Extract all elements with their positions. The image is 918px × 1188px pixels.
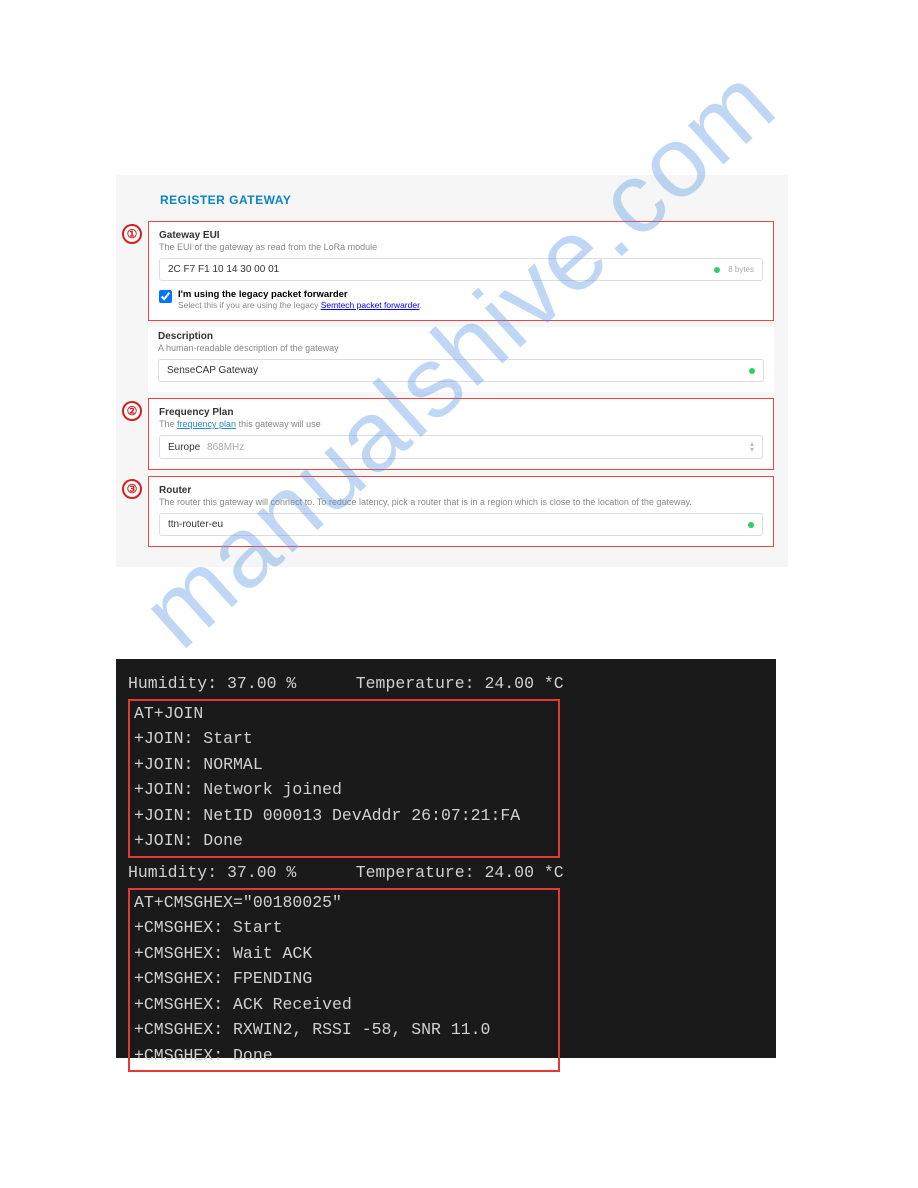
term-line: +CMSGHEX: ACK Received (134, 992, 554, 1018)
desc-input[interactable]: SenseCAP Gateway (158, 359, 764, 382)
desc-value: SenseCAP Gateway (167, 365, 258, 376)
router-label: Router (159, 485, 763, 496)
freq-label: Frequency Plan (159, 407, 763, 418)
freq-value: Europe (168, 442, 200, 453)
term-line: +JOIN: NORMAL (134, 752, 554, 778)
check-icon (749, 368, 755, 374)
eui-value: 2C F7 F1 10 14 30 00 01 (168, 264, 279, 275)
cmsghex-block: AT+CMSGHEX="00180025" +CMSGHEX: Start +C… (128, 888, 560, 1073)
sensor-line-1: Humidity: 37.00 % Temperature: 24.00 *C (128, 671, 764, 697)
check-icon (714, 267, 720, 273)
marker-3: ③ (122, 479, 142, 499)
legacy-checkbox[interactable] (159, 290, 172, 303)
legacy-sub: Select this if you are using the legacy … (178, 300, 422, 310)
term-line: AT+CMSGHEX="00180025" (134, 890, 554, 916)
term-line: +JOIN: Start (134, 726, 554, 752)
legacy-label: I'm using the legacy packet forwarder (178, 289, 422, 300)
term-line: +CMSGHEX: FPENDING (134, 966, 554, 992)
term-line: +CMSGHEX: Start (134, 915, 554, 941)
term-line: +CMSGHEX: RXWIN2, RSSI -58, SNR 11.0 (134, 1017, 554, 1043)
term-line: +JOIN: NetID 000013 DevAddr 26:07:21:FA (134, 803, 554, 829)
section-router: ③ Router The router this gateway will co… (148, 476, 774, 547)
freq-band: 868MHz (207, 442, 244, 453)
term-line: +CMSGHEX: Done (134, 1043, 554, 1069)
sensor-line-2: Humidity: 37.00 % Temperature: 24.00 *C (128, 860, 764, 886)
freq-sub: The frequency plan this gateway will use (159, 419, 763, 429)
freq-select[interactable]: Europe 868MHz ▴▾ (159, 435, 763, 459)
form-title: REGISTER GATEWAY (116, 187, 788, 217)
section-frequency-plan: ② Frequency Plan The frequency plan this… (148, 398, 774, 470)
desc-label: Description (158, 331, 764, 342)
check-icon (748, 522, 754, 528)
bytes-tag: 8 bytes (728, 265, 754, 274)
marker-2: ② (122, 401, 142, 421)
join-block: AT+JOIN +JOIN: Start +JOIN: NORMAL +JOIN… (128, 699, 560, 858)
marker-1: ① (122, 224, 142, 244)
router-value: ttn-router-eu (168, 519, 223, 530)
eui-sub: The EUI of the gateway as read from the … (159, 242, 763, 252)
terminal-output: Humidity: 37.00 % Temperature: 24.00 *C … (116, 659, 776, 1058)
chevron-updown-icon: ▴▾ (750, 441, 754, 453)
section-gateway-eui: ① Gateway EUI The EUI of the gateway as … (148, 221, 774, 321)
register-gateway-form: REGISTER GATEWAY ① Gateway EUI The EUI o… (116, 175, 788, 567)
semtech-link[interactable]: Semtech packet forwarder (321, 300, 420, 310)
frequency-plan-link[interactable]: frequency plan (177, 419, 236, 429)
term-line: +CMSGHEX: Wait ACK (134, 941, 554, 967)
router-sub: The router this gateway will connect to.… (159, 497, 763, 507)
desc-sub: A human-readable description of the gate… (158, 343, 764, 353)
eui-label: Gateway EUI (159, 230, 763, 241)
router-input[interactable]: ttn-router-eu (159, 513, 763, 536)
eui-input[interactable]: 2C F7 F1 10 14 30 00 01 8 bytes (159, 258, 763, 281)
term-line: AT+JOIN (134, 701, 554, 727)
page: manualshive.com REGISTER GATEWAY ① Gatew… (0, 0, 918, 1188)
section-description: Description A human-readable description… (148, 327, 774, 392)
term-line: +JOIN: Done (134, 828, 554, 854)
term-line: +JOIN: Network joined (134, 777, 554, 803)
